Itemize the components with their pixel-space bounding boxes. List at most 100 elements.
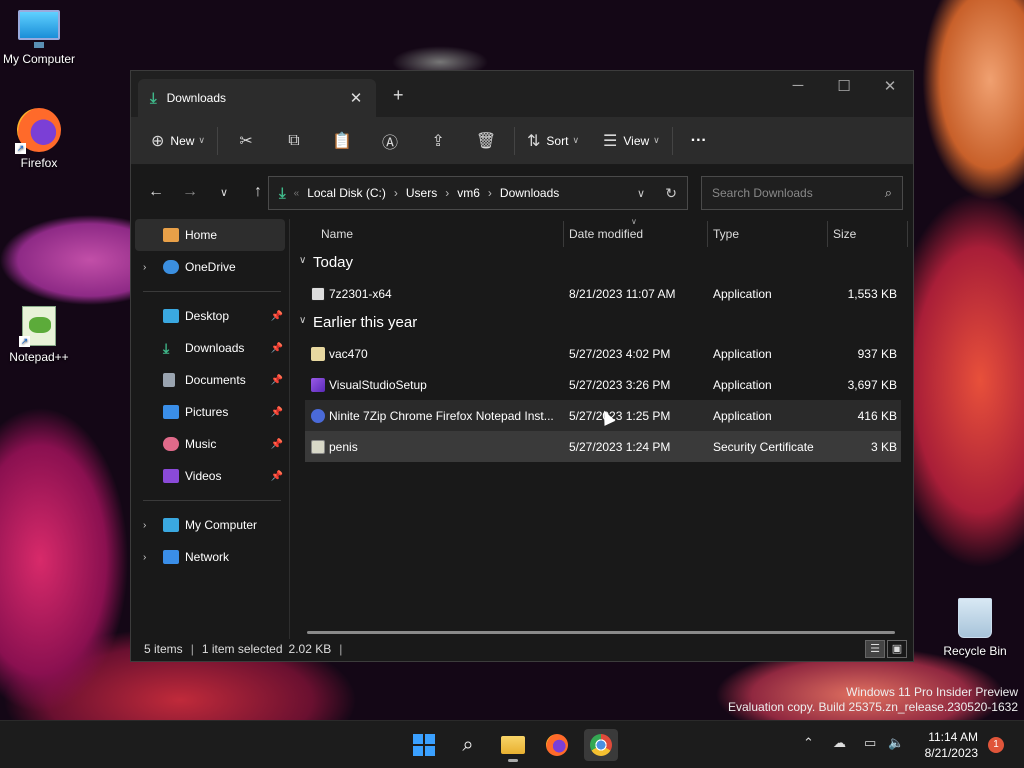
file-explorer-window: ⤓ Downloads ✕ + ─ ☐ ✕ ⊕ New ∨ ✂ ⧉ 📋 Ⓐ ⇪ … <box>130 70 914 662</box>
expand-chevron-icon[interactable]: › <box>143 262 146 273</box>
pictures-icon <box>163 405 179 419</box>
expand-chevron-icon[interactable]: › <box>143 520 146 531</box>
breadcrumb-vm6[interactable]: vm6 <box>457 186 480 200</box>
delete-button[interactable]: 🗑 <box>462 125 510 157</box>
back-button[interactable]: ← <box>139 183 173 201</box>
desktop-icon-recycle-bin[interactable]: Recycle Bin <box>933 598 1017 658</box>
file-explorer-taskbar-button[interactable] <box>496 729 530 762</box>
file-row[interactable]: VisualStudioSetup 5/27/2023 3:26 PM Appl… <box>305 369 901 400</box>
nav-item-my-computer[interactable]: › My Computer <box>131 509 289 541</box>
recycle-bin-icon <box>958 598 992 638</box>
nav-item-network[interactable]: › Network <box>131 541 289 573</box>
close-tab-icon[interactable]: ✕ <box>346 89 366 107</box>
nav-item-onedrive[interactable]: › OneDrive <box>131 251 289 283</box>
copy-button[interactable]: ⧉ <box>270 125 318 157</box>
breadcrumb-users[interactable]: Users <box>406 186 437 200</box>
sort-button[interactable]: ⇅ Sort ∨ <box>519 125 587 157</box>
desktop-icon-notepadpp[interactable]: ↗ Notepad++ <box>0 306 81 364</box>
pin-icon[interactable]: 📌 <box>271 375 283 386</box>
expand-chevron-icon[interactable]: › <box>143 552 146 563</box>
firefox-taskbar-button[interactable] <box>540 729 574 761</box>
file-name: vac470 <box>329 346 368 361</box>
more-options-button[interactable]: ··· <box>677 125 715 157</box>
close-window-button[interactable]: ✕ <box>867 77 913 95</box>
nav-item-home[interactable]: Home <box>135 219 285 251</box>
cut-button[interactable]: ✂ <box>222 125 270 157</box>
pin-icon[interactable]: 📌 <box>271 407 283 418</box>
tiles-view-button[interactable]: ▣ <box>887 640 907 658</box>
file-row[interactable]: vac470 5/27/2023 4:02 PM Application 937… <box>305 338 901 369</box>
file-size: 937 KB <box>857 346 897 361</box>
group-header-today[interactable]: ∨ Today <box>291 249 913 278</box>
view-button[interactable]: ☰ View ∨ <box>595 125 668 157</box>
details-view-button[interactable]: ☰ <box>865 640 885 658</box>
group-label: Earlier this year <box>313 314 418 331</box>
status-divider: | <box>339 642 343 656</box>
show-hidden-icons-button[interactable]: ⌃ <box>803 735 814 751</box>
nav-item-desktop[interactable]: Desktop 📌 <box>131 300 289 332</box>
column-header-date[interactable]: Date modified <box>569 227 643 241</box>
chrome-taskbar-button[interactable] <box>584 729 618 761</box>
file-size: 3 KB <box>870 439 897 454</box>
cloud-offline-icon[interactable]: ☁ <box>833 735 846 751</box>
volume-icon[interactable]: 🔈 <box>888 735 904 751</box>
notification-badge[interactable]: 1 <box>988 737 1004 753</box>
pin-icon[interactable]: 📌 <box>271 311 283 322</box>
copy-icon: ⧉ <box>288 131 300 149</box>
forward-button[interactable]: → <box>173 183 207 201</box>
file-row-selected[interactable]: penis 5/27/2023 1:24 PM Security Certifi… <box>305 431 901 462</box>
clipboard-icon: 📋 <box>332 132 352 150</box>
computer-icon <box>18 10 60 48</box>
collapse-chevron-icon[interactable]: ∨ <box>299 255 306 266</box>
new-button[interactable]: ⊕ New ∨ <box>143 125 213 157</box>
search-button[interactable]: ⌕ <box>451 729 485 761</box>
nav-label: Pictures <box>185 405 229 419</box>
overflow-chevron-icon[interactable]: « <box>294 188 300 199</box>
tab-downloads[interactable]: ⤓ Downloads ✕ <box>138 79 376 117</box>
clock[interactable]: 11:14 AM 8/21/2023 <box>925 729 978 761</box>
file-row[interactable]: 7z2301-x64 8/21/2023 11:07 AM Applicatio… <box>305 278 901 309</box>
new-tab-button[interactable]: + <box>393 85 404 106</box>
share-button[interactable]: ⇪ <box>414 125 462 157</box>
start-button[interactable] <box>407 729 441 761</box>
recent-locations-button[interactable]: ∨ <box>207 186 241 199</box>
address-bar[interactable]: ⤓ « Local Disk (C:) › Users › vm6 › Down… <box>268 176 688 210</box>
nav-item-videos[interactable]: Videos 📌 <box>131 460 289 492</box>
collapse-chevron-icon[interactable]: ∨ <box>299 315 306 326</box>
breadcrumb-downloads[interactable]: Downloads <box>500 186 559 200</box>
pane-splitter[interactable] <box>289 219 290 639</box>
refresh-icon[interactable]: ↻ <box>665 185 677 202</box>
toolbar-divider <box>514 126 516 155</box>
ninite-icon <box>311 408 325 423</box>
column-header-name[interactable]: Name <box>321 227 353 241</box>
pin-icon[interactable]: 📌 <box>271 471 283 482</box>
nav-item-documents[interactable]: Documents 📌 <box>131 364 289 396</box>
breadcrumb-local-disk[interactable]: Local Disk (C:) <box>307 186 386 200</box>
title-bar: ⤓ Downloads ✕ + ─ ☐ ✕ <box>131 71 913 117</box>
pin-icon[interactable]: 📌 <box>271 439 283 450</box>
download-arrow-icon: ⤓ <box>279 184 286 202</box>
rename-button[interactable]: Ⓐ <box>366 125 414 157</box>
horizontal-scrollbar[interactable] <box>307 631 895 634</box>
pin-icon[interactable]: 📌 <box>271 343 283 354</box>
network-icon[interactable]: ▭ <box>864 735 876 751</box>
column-header-size[interactable]: Size <box>833 227 856 241</box>
nav-label: Downloads <box>185 341 245 355</box>
search-box[interactable]: ⌕ <box>701 176 903 210</box>
paste-button[interactable]: 📋 <box>318 125 366 157</box>
nav-item-pictures[interactable]: Pictures 📌 <box>131 396 289 428</box>
desktop-icon-label: Firefox <box>20 156 58 170</box>
nav-item-downloads[interactable]: ⤓ Downloads 📌 <box>131 332 289 364</box>
nav-label: OneDrive <box>185 260 236 274</box>
search-input[interactable] <box>712 186 885 200</box>
desktop-icon-my-computer[interactable]: My Computer <box>0 10 81 66</box>
address-dropdown-icon[interactable]: ∨ <box>637 187 645 200</box>
chevron-down-icon: ∨ <box>653 135 660 145</box>
maximize-button[interactable]: ☐ <box>821 77 867 95</box>
nav-item-music[interactable]: Music 📌 <box>131 428 289 460</box>
more-label: ··· <box>690 131 707 149</box>
minimize-button[interactable]: ─ <box>775 77 821 95</box>
group-header-earlier-this-year[interactable]: ∨ Earlier this year <box>291 309 913 338</box>
column-header-type[interactable]: Type <box>713 227 739 241</box>
desktop-icon-firefox[interactable]: ↗ Firefox <box>0 108 81 170</box>
